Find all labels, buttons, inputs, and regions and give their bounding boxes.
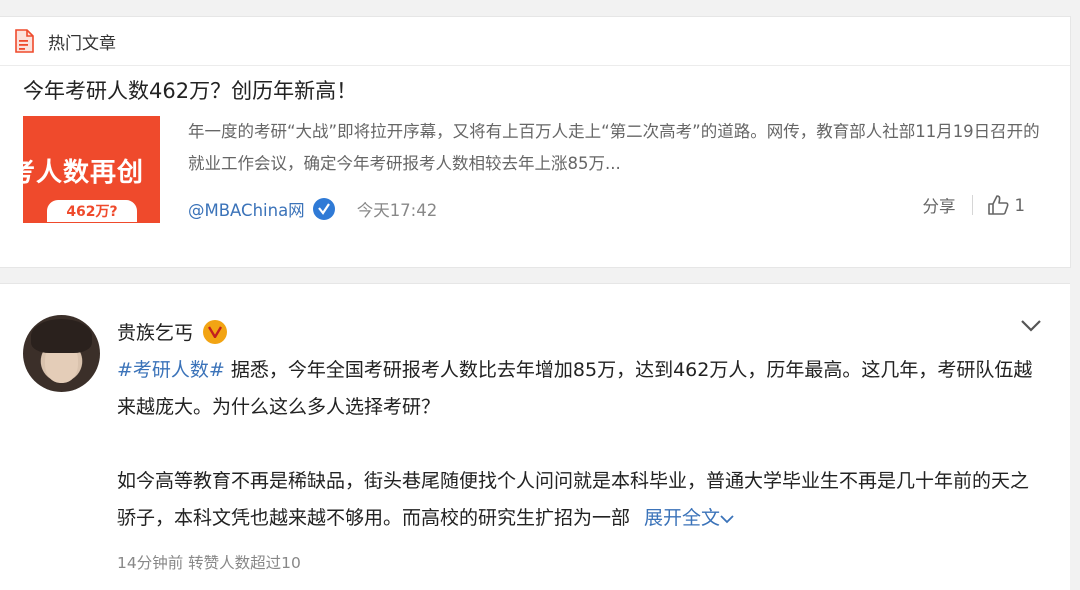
weibo-post-card: 贵族乞丐 #考研人数# 据悉，今年全国考研报考人数比去年增加85万，达到462万… — [0, 283, 1070, 590]
post-paragraph-1: #考研人数# 据悉，今年全国考研报考人数比去年增加85万，达到462万人，历年最… — [117, 352, 1037, 426]
username[interactable]: 贵族乞丐 — [117, 318, 193, 345]
post-text-2: 如今高等教育不再是稀缺品，街头巷尾随便找个人问问就是本科毕业，普通大学毕业生不再… — [117, 470, 1030, 529]
user-row: 贵族乞丐 — [117, 318, 228, 345]
card-header: 热门文章 — [0, 17, 1070, 66]
document-icon — [14, 28, 36, 54]
expand-full-text-link[interactable]: 展开全文 — [644, 507, 734, 529]
thumbs-up-icon[interactable] — [987, 194, 1009, 216]
article-summary: 年一度的考研“大战”即将拉开序幕，又将有上百万人走上“第二次高考”的道路。网传，… — [188, 122, 1040, 173]
hashtag-link[interactable]: #考研人数# — [117, 359, 225, 381]
chevron-down-icon[interactable] — [1020, 318, 1042, 337]
post-body: #考研人数# 据悉，今年全国考研报考人数比去年增加85万，达到462万人，历年最… — [117, 352, 1037, 537]
action-divider — [971, 195, 973, 215]
share-button[interactable]: 分享 — [923, 193, 956, 217]
article-time: 今天17:42 — [356, 201, 438, 220]
avatar-hair — [31, 319, 92, 353]
expand-label: 展开全文 — [644, 507, 721, 529]
like-count: 1 — [1014, 195, 1026, 215]
article-title[interactable]: 今年考研人数462万？创历年新高！ — [23, 75, 357, 105]
vip-badge-icon — [203, 319, 228, 344]
thumbnail-badge: 462万? — [47, 200, 137, 222]
thumbnail-text: 考人数再创 — [23, 158, 145, 188]
article-thumbnail[interactable]: 考人数再创 462万? — [23, 116, 160, 223]
expand-chevron-icon — [720, 515, 734, 524]
post-paragraph-2: 如今高等教育不再是稀缺品，街头巷尾随便找个人问问就是本科毕业，普通大学毕业生不再… — [117, 463, 1037, 537]
avatar[interactable] — [23, 315, 100, 392]
article-source-link[interactable]: @MBAChina网 — [188, 197, 305, 221]
verified-icon — [312, 198, 335, 220]
article-source-row: @MBAChina网 今天17:42 — [188, 196, 437, 222]
article-actions: 分享 1 — [923, 193, 1026, 217]
post-text-1: 据悉，今年全国考研报考人数比去年增加85万，达到462万人，历年最高。这几年，考… — [117, 359, 1033, 418]
post-meta: 14分钟前 转赞人数超过10 — [117, 554, 301, 572]
section-title: 热门文章 — [48, 33, 116, 54]
